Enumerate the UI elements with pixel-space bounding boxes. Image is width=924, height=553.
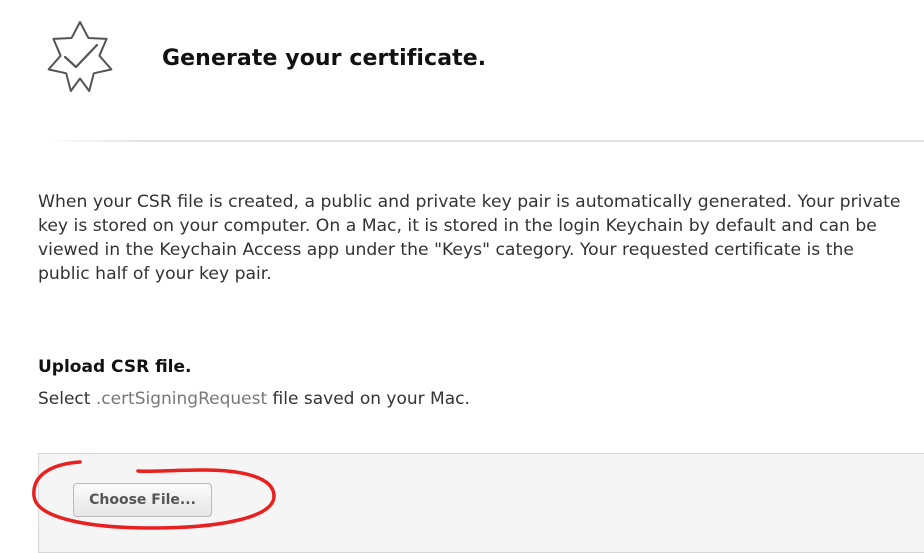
certificate-badge-check-icon <box>47 21 113 92</box>
section-divider <box>40 140 924 142</box>
instruction-prefix: Select <box>38 389 96 409</box>
upload-instruction: Select .certSigningRequest file saved on… <box>38 387 470 411</box>
description-text: When your CSR file is created, a public … <box>38 192 901 284</box>
file-extension: .certSigningRequest <box>95 389 268 409</box>
upload-section-title: Upload CSR file. <box>38 357 192 377</box>
choose-file-button[interactable]: Choose File... <box>73 483 212 517</box>
page-title: Generate your certificate. <box>162 46 487 71</box>
instruction-suffix: file saved on your Mac. <box>267 389 470 409</box>
